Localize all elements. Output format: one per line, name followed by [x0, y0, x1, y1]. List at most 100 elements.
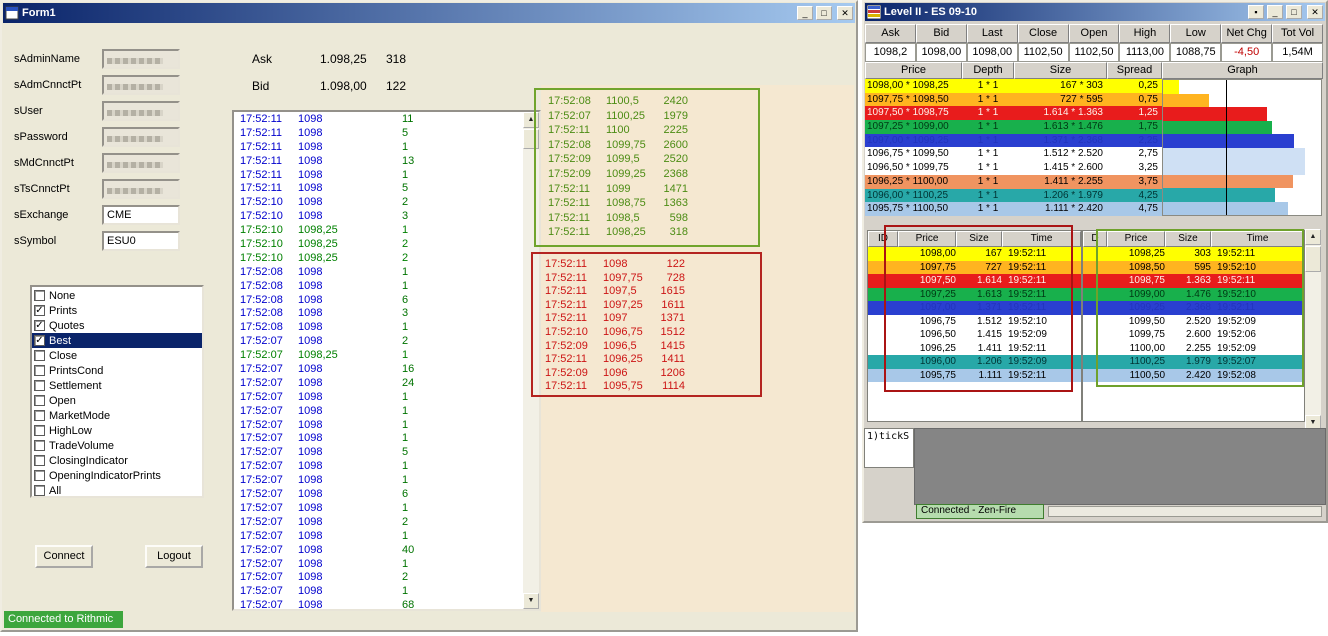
- filter-checkbox-row[interactable]: OpeningIndicatorPrints: [32, 468, 202, 483]
- checkbox-icon[interactable]: [34, 320, 45, 331]
- trades-listbox[interactable]: 17:52:11 1098 11 17:52:11 1098 5 17:52:1…: [232, 110, 541, 611]
- minimize-button[interactable]: _: [797, 6, 813, 20]
- level2-titlebar[interactable]: Level II - ES 09-10 ▪ _ □ ✕: [865, 3, 1325, 21]
- trade-time: 17:52:07: [240, 405, 298, 419]
- trade-time: 17:52:07: [240, 474, 298, 488]
- dom-price: 1096,00 * 1100,25: [865, 189, 962, 203]
- logout-button[interactable]: Logout: [145, 545, 203, 568]
- trade-price: 1098: [298, 432, 402, 446]
- dom-row[interactable]: 1096,75 * 1099,50 1 * 1 1.512 * 2.520 2,…: [865, 147, 1162, 161]
- dom-row[interactable]: 1097,00 * 1099,25 1 * 1 1.371 * 2.368 2,…: [865, 134, 1162, 148]
- checkbox-icon[interactable]: [34, 290, 45, 301]
- field-input[interactable]: [102, 127, 180, 147]
- checkbox-icon[interactable]: [34, 485, 45, 496]
- checkbox-icon[interactable]: [34, 305, 45, 316]
- filter-checkbox-row[interactable]: HighLow: [32, 423, 202, 438]
- checkbox-icon[interactable]: [34, 350, 45, 361]
- console-listbox[interactable]: 1)tickS: [864, 428, 914, 468]
- close-button[interactable]: ✕: [1307, 5, 1323, 19]
- checkbox-icon[interactable]: [34, 455, 45, 466]
- filter-label: Quotes: [49, 320, 84, 332]
- filter-checkbox-row[interactable]: None: [32, 288, 202, 303]
- trade-size: 1: [402, 432, 523, 446]
- field-input[interactable]: [102, 49, 180, 69]
- scroll-down-icon[interactable]: ▼: [523, 593, 539, 609]
- dom-row[interactable]: 1098,00 * 1098,25 1 * 1 167 * 303 0,25: [865, 79, 1162, 93]
- checkbox-icon[interactable]: [34, 440, 45, 451]
- dom-row[interactable]: 1096,25 * 1100,00 1 * 1 1.411 * 2.255 3,…: [865, 175, 1162, 189]
- trade-price: 1098,25: [298, 349, 402, 363]
- filter-checkbox-row[interactable]: MarketMode: [32, 408, 202, 423]
- checkbox-icon[interactable]: [34, 395, 45, 406]
- trade-price: 1098: [298, 182, 402, 196]
- scroll-up-icon[interactable]: ▲: [1305, 229, 1321, 245]
- filter-checkbox-row[interactable]: Prints: [32, 303, 202, 318]
- bid-depth-price: 1097,75: [603, 272, 651, 286]
- checkbox-icon[interactable]: [34, 380, 45, 391]
- filter-checkbox-row[interactable]: Open: [32, 393, 202, 408]
- trade-time: 17:52:11: [240, 155, 298, 169]
- field-input[interactable]: [102, 153, 180, 173]
- dom-size: 1.512 * 2.520: [1014, 147, 1107, 161]
- filter-checkbox-row[interactable]: Close: [32, 348, 202, 363]
- field-label: sAdmCnnctPt: [14, 79, 102, 91]
- dom-column-header[interactable]: Depth: [962, 62, 1014, 79]
- filter-checkbox-row[interactable]: ClosingIndicator: [32, 453, 202, 468]
- ask-depth-time: 17:52:11: [548, 196, 606, 211]
- trade-row: 17:52:08 1098 1: [234, 280, 523, 294]
- checkbox-icon[interactable]: [34, 365, 45, 376]
- bid-depth-price: 1098: [603, 258, 651, 272]
- pin-button[interactable]: ▪: [1248, 5, 1264, 19]
- checkbox-icon[interactable]: [34, 425, 45, 436]
- dom-column-header[interactable]: Graph: [1162, 62, 1323, 79]
- dom-column-header[interactable]: Price: [865, 62, 962, 79]
- trade-time: 17:52:07: [240, 419, 298, 433]
- field-input[interactable]: [102, 75, 180, 95]
- field-input[interactable]: [102, 101, 180, 121]
- summary-value-cell: 1098,00: [967, 43, 1018, 62]
- ask-depth-time: 17:52:11: [548, 123, 606, 138]
- dom-row[interactable]: 1097,25 * 1099,00 1 * 1 1.613 * 1.476 1,…: [865, 120, 1162, 134]
- filter-label: Close: [49, 350, 77, 362]
- summary-value-cell: 1102,50: [1069, 43, 1120, 62]
- field-input[interactable]: CME: [102, 205, 180, 225]
- dom-row[interactable]: 1097,50 * 1098,75 1 * 1 1.614 * 1.363 1,…: [865, 106, 1162, 120]
- ask-depth-price: 1098,5: [606, 211, 654, 226]
- dom-column-header[interactable]: Size: [1014, 62, 1107, 79]
- filter-checkbox-row[interactable]: TradeVolume: [32, 438, 202, 453]
- checkbox-icon[interactable]: [34, 470, 45, 481]
- checkbox-icon[interactable]: [34, 335, 45, 346]
- ask-depth-size: 2600: [654, 138, 688, 153]
- field-input[interactable]: ESU0: [102, 231, 180, 251]
- summary-value-cell: 1098,2: [865, 43, 916, 62]
- ask-depth-row: 17:52:08 1100,5 2420: [536, 94, 758, 109]
- graph-bar-row: [1163, 202, 1321, 216]
- scroll-thumb[interactable]: [1305, 246, 1321, 272]
- filter-checkbox-row[interactable]: All: [32, 483, 202, 498]
- dom-size: 1.614 * 1.363: [1014, 106, 1107, 120]
- dom-row[interactable]: 1096,50 * 1099,75 1 * 1 1.415 * 2.600 3,…: [865, 161, 1162, 175]
- field-input[interactable]: [102, 179, 180, 199]
- filter-checkbox-row[interactable]: Settlement: [32, 378, 202, 393]
- close-button[interactable]: ✕: [837, 6, 853, 20]
- checkbox-icon[interactable]: [34, 410, 45, 421]
- connect-button[interactable]: Connect: [35, 545, 93, 568]
- trade-price: 1098: [298, 280, 402, 294]
- maximize-button[interactable]: □: [816, 6, 832, 20]
- dom-row[interactable]: 1096,00 * 1100,25 1 * 1 1.206 * 1.979 4,…: [865, 189, 1162, 203]
- filter-checkbox-row[interactable]: Best: [32, 333, 202, 348]
- maximize-button[interactable]: □: [1286, 5, 1302, 19]
- form1-titlebar[interactable]: Form1 _ □ ✕: [3, 3, 855, 23]
- summary-value-cell: 1,54M: [1272, 43, 1323, 62]
- dom-column-header[interactable]: Spread: [1107, 62, 1162, 79]
- dom-row[interactable]: 1097,75 * 1098,50 1 * 1 727 * 595 0,75: [865, 93, 1162, 107]
- trade-size: 11: [402, 113, 523, 127]
- filter-checkbox-row[interactable]: PrintsCond: [32, 363, 202, 378]
- dom-row[interactable]: 1095,75 * 1100,50 1 * 1 1.111 * 2.420 4,…: [865, 202, 1162, 216]
- minimize-button[interactable]: _: [1267, 5, 1283, 19]
- filter-checkbox-row[interactable]: Quotes: [32, 318, 202, 333]
- level2-scrollbar[interactable]: ▲ ▼: [1305, 229, 1321, 431]
- console-text: 1)tickS: [867, 431, 909, 442]
- graph-center-line: [1226, 80, 1227, 215]
- trade-price: 1098: [298, 460, 402, 474]
